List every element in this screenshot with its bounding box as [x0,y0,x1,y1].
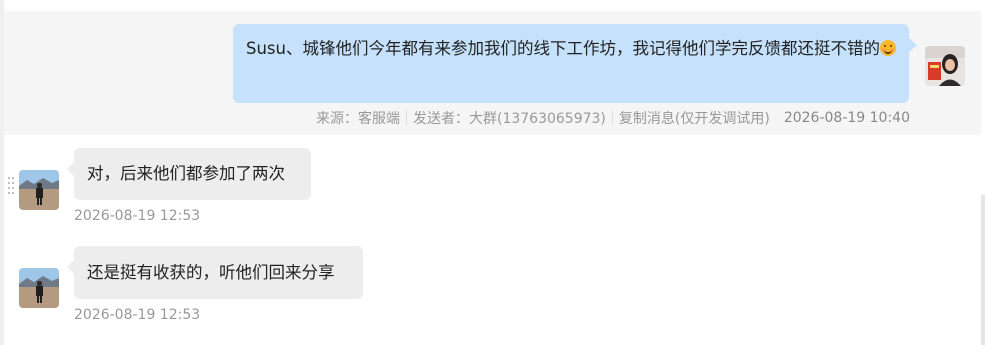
outgoing-message-text: Susu、城锋他们今年都有来参加我们的线下工作坊，我记得他们学完反馈都还挺不错的 [246,36,901,62]
drag-handle-icon[interactable] [8,177,16,195]
incoming-message-text: 还是挺有收获的，听他们回来分享 [87,262,335,282]
incoming-message-bubble[interactable]: 还是挺有收获的，听他们回来分享 [67,246,363,299]
outgoing-message-meta: 来源：客服端 发送者：大群(13763065973) 复制消息(仅开发调试用) … [316,108,910,128]
incoming-message-bubble[interactable]: 对，后来他们都参加了两次 [67,148,311,200]
outgoing-message-time: 2026-08-19 10:40 [783,110,910,126]
customer-avatar[interactable] [19,170,59,210]
customer-avatar[interactable] [19,268,59,308]
incoming-message-text: 对，后来他们都参加了两次 [87,164,285,183]
meta-divider [611,111,613,125]
smiling-face-emoji-icon [880,40,896,56]
incoming-message-time: 2026-08-19 12:53 [74,208,201,224]
copy-message-link[interactable]: 复制消息(仅开发调试用) [619,108,770,128]
chat-scrollbar[interactable] [981,195,985,345]
message-sender: 发送者：大群(13763065973) [412,111,606,127]
agent-avatar[interactable] [925,46,965,86]
message-source: 来源：客服端 [315,111,400,127]
meta-divider [405,111,407,125]
incoming-message-time: 2026-08-19 12:53 [74,307,201,323]
outgoing-message-bubble[interactable]: Susu、城锋他们今年都有来参加我们的线下工作坊，我记得他们学完反馈都还挺不错的 [233,24,917,103]
